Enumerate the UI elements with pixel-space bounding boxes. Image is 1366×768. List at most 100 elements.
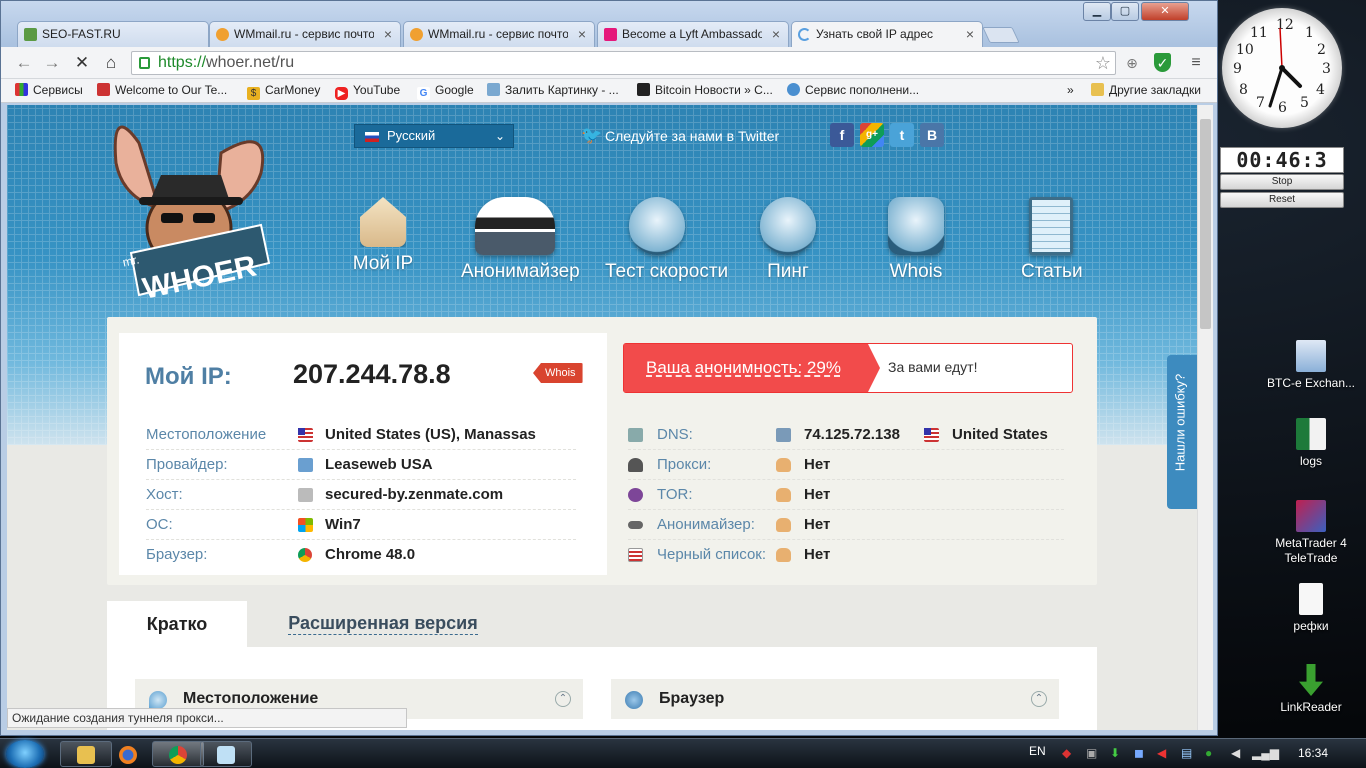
close-icon[interactable]: ×	[578, 26, 586, 42]
nav-speed-test[interactable]: Тест скорости	[605, 197, 728, 283]
bookmark-label: Залить Картинку - ...	[505, 83, 619, 97]
nav-my-ip[interactable]: Мой IP	[352, 197, 414, 275]
input-language[interactable]: EN	[1029, 744, 1046, 758]
taskbar-notepad[interactable]	[200, 741, 252, 767]
whois-badge[interactable]: Whois	[533, 363, 583, 383]
nav-articles[interactable]: Статьи	[1021, 197, 1083, 283]
url-text: whoer.net/ru	[206, 54, 295, 71]
shortcut-icon	[1296, 340, 1326, 372]
back-icon[interactable]: ←	[13, 52, 35, 74]
bookmark-item[interactable]: $ CarMoney	[247, 83, 320, 100]
nav-whois[interactable]: Whois	[887, 197, 945, 283]
bookmarks-overflow-button[interactable]: »	[1067, 83, 1074, 97]
page-scrollbar[interactable]	[1197, 105, 1213, 730]
address-bar[interactable]: https://whoer.net/ru ☆	[131, 51, 1116, 75]
radar-icon	[760, 197, 816, 255]
desktop-icon-linkreader[interactable]: LinkReader	[1266, 664, 1356, 715]
other-bookmarks-button[interactable]: Другие закладки	[1091, 83, 1201, 97]
taskbar-firefox[interactable]	[102, 741, 154, 767]
taskbar: EN ◆ ▣ ⬇ ◼ ◀ ▤ ● ◀ ▂▄▆ 16:34	[0, 738, 1366, 768]
stopwatch-reset-button[interactable]: Reset	[1220, 192, 1344, 208]
us-flag-icon	[298, 428, 313, 442]
scrollbar-thumb[interactable]	[1200, 119, 1211, 329]
bookmark-item[interactable]: Welcome to Our Te...	[97, 83, 227, 97]
nav-label: Whois	[889, 261, 943, 282]
twitter-follow-link[interactable]: 🐦 Следуйте за нами в Twitter	[581, 126, 779, 146]
bookmark-item[interactable]: Залить Картинку - ...	[487, 83, 619, 97]
stop-loading-icon[interactable]: ✕	[71, 52, 93, 74]
tray-app-icon[interactable]: ▣	[1086, 746, 1097, 760]
article-icon	[1029, 197, 1073, 255]
clock-gadget: 12 1 2 3 4 5 6 7 8 9 10 11	[1222, 8, 1342, 128]
bookmark-item[interactable]: G Google	[417, 83, 474, 100]
nav-ping[interactable]: Пинг	[759, 197, 817, 283]
stopwatch-stop-button[interactable]: Stop	[1220, 174, 1344, 190]
info-row-tor: TOR: Нет	[628, 480, 1064, 510]
browser-tab[interactable]: WMmail.ru - сервис почто ×	[403, 21, 595, 47]
twitter-icon[interactable]: t	[890, 123, 914, 147]
browser-tab[interactable]: WMmail.ru - сервис почто ×	[209, 21, 401, 47]
text-file-icon	[1299, 583, 1323, 615]
tray-download-icon[interactable]: ⬇	[1110, 746, 1120, 760]
url-scheme: https://	[158, 54, 207, 71]
network-signal-icon[interactable]: ▂▄▆	[1252, 746, 1279, 760]
tray-shield-icon[interactable]: ●	[1205, 746, 1212, 760]
vk-icon[interactable]: B	[920, 123, 944, 147]
nav-anonymizer[interactable]: Анонимайзер	[461, 197, 580, 283]
close-icon[interactable]: ×	[966, 26, 974, 42]
forward-icon[interactable]: →	[41, 52, 63, 74]
collapse-icon[interactable]: ⌃	[555, 691, 571, 707]
tab-short[interactable]: Кратко	[107, 601, 247, 647]
zenmate-shield-icon[interactable]: ✓	[1154, 53, 1171, 72]
browser-tab[interactable]: Become a Lyft Ambassado ×	[597, 21, 789, 47]
browser-tab[interactable]: SEO-FAST.RU	[17, 21, 209, 47]
nav-label: Мой IP	[352, 253, 414, 274]
report-error-tab[interactable]: Нашли ошибку?	[1167, 355, 1197, 509]
desktop-icon-btce[interactable]: BTC-e Exchan...	[1266, 340, 1356, 391]
desktop-icon-metatrader[interactable]: MetaTrader 4 TeleTrade	[1266, 500, 1356, 566]
row-label: Хост:	[146, 486, 183, 503]
collapse-icon[interactable]: ⌃	[1031, 691, 1047, 707]
blacklist-icon	[628, 548, 643, 562]
bookmark-item[interactable]: ▶ YouTube	[335, 83, 400, 100]
bookmark-item[interactable]: Сервисы	[15, 83, 83, 97]
close-icon[interactable]: ×	[772, 26, 780, 42]
menu-icon[interactable]: ≡	[1186, 53, 1206, 73]
tray-app-icon[interactable]: ◆	[1062, 746, 1071, 760]
anonymity-label[interactable]: Ваша анонимность: 29%	[646, 358, 841, 378]
row-label: Черный список:	[657, 546, 767, 563]
globe-extension-icon[interactable]: ⊕	[1122, 53, 1142, 73]
status-bubble: Ожидание создания туннеля прокси...	[7, 708, 407, 728]
maximize-button[interactable]: ▢	[1111, 2, 1139, 21]
nav-label: Пинг	[767, 261, 809, 282]
close-icon[interactable]: ×	[384, 26, 392, 42]
tab-extended[interactable]: Расширенная версия	[288, 611, 478, 635]
lock-icon	[139, 57, 150, 69]
desktop-icon-logs[interactable]: logs	[1266, 418, 1356, 469]
bookmark-item[interactable]: Bitcoin Новости » С...	[637, 83, 773, 97]
volume-icon[interactable]: ◀	[1231, 746, 1240, 760]
start-button[interactable]	[6, 740, 44, 768]
language-select[interactable]: Русский ⌄	[354, 124, 514, 148]
taskbar-clock[interactable]: 16:34	[1298, 746, 1328, 760]
tray-app-icon[interactable]: ◀	[1157, 746, 1166, 760]
tray-app-icon[interactable]: ▤	[1181, 746, 1192, 760]
ip-value: 207.244.78.8	[293, 359, 451, 389]
row-label: TOR:	[657, 486, 693, 503]
bookmark-item[interactable]: Сервис пополнени...	[787, 83, 919, 97]
seofast-icon	[24, 28, 37, 41]
spy-icon	[628, 458, 643, 472]
google-plus-icon[interactable]: g+	[860, 123, 884, 147]
facebook-icon[interactable]: f	[830, 123, 854, 147]
window-close-button[interactable]: ✕	[1141, 2, 1189, 21]
new-tab-button[interactable]	[982, 27, 1020, 43]
browser-tab-active[interactable]: Узнать свой IP адрес ×	[791, 21, 983, 47]
desktop-icon-refki[interactable]: рефки	[1266, 583, 1356, 634]
tray-app-icon[interactable]: ◼	[1134, 746, 1144, 760]
section-browser-header[interactable]: Браузер ⌃	[611, 679, 1059, 719]
home-icon[interactable]: ⌂	[100, 52, 122, 74]
taskbar-chrome[interactable]	[152, 741, 204, 767]
bookmark-star-icon[interactable]: ☆	[1095, 52, 1111, 74]
minimize-button[interactable]: ▁	[1083, 2, 1111, 21]
dns-country: United States	[952, 426, 1048, 443]
